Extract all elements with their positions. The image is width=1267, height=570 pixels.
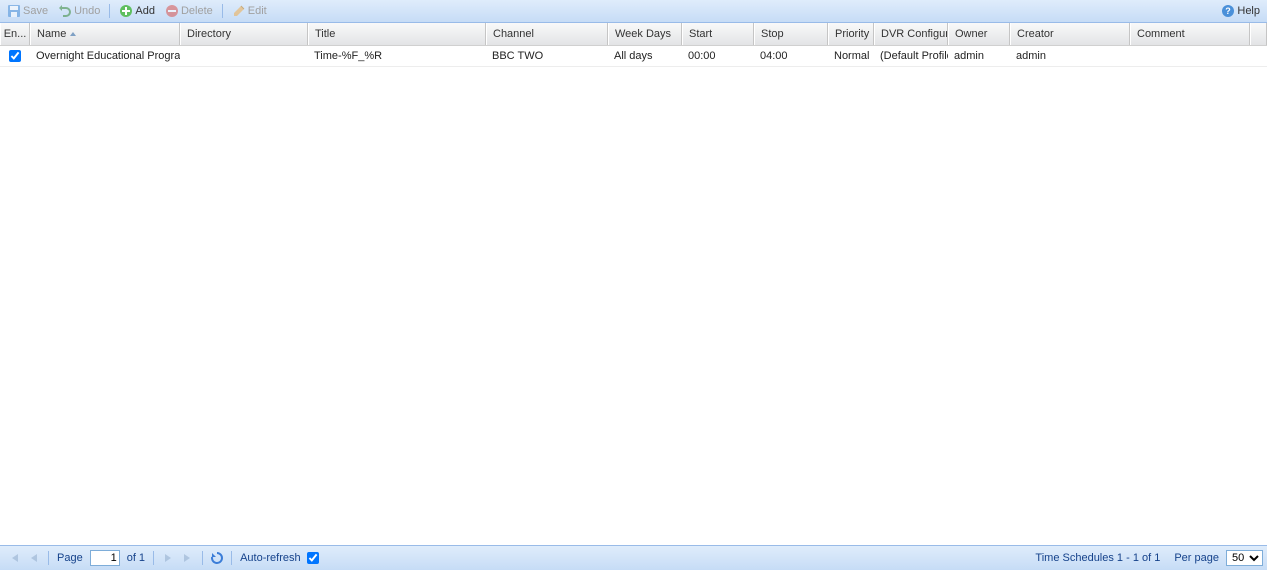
add-label: Add: [135, 5, 155, 17]
cell-title: Time-%F_%R: [308, 46, 486, 66]
svg-text:?: ?: [1226, 6, 1232, 16]
delete-button[interactable]: Delete: [161, 3, 217, 19]
col-title[interactable]: Title: [308, 23, 486, 45]
sort-asc-icon: [70, 32, 76, 36]
cell-enabled: [0, 46, 30, 66]
page-label: Page: [57, 552, 83, 564]
col-channel[interactable]: Channel: [486, 23, 608, 45]
column-headers: En... Name Directory Title Channel Week …: [0, 23, 1267, 46]
last-page-button[interactable]: [180, 550, 196, 566]
col-stop[interactable]: Stop: [754, 23, 828, 45]
edit-icon: [232, 4, 246, 18]
undo-label: Undo: [74, 5, 100, 17]
footer-separator: [48, 551, 49, 565]
edit-label: Edit: [248, 5, 267, 17]
row-enabled-checkbox[interactable]: [9, 50, 21, 62]
col-start[interactable]: Start: [682, 23, 754, 45]
perpage-select[interactable]: 50: [1226, 550, 1263, 566]
col-enabled[interactable]: En...: [0, 23, 30, 45]
col-priority[interactable]: Priority: [828, 23, 874, 45]
autorefresh-checkbox[interactable]: [307, 552, 319, 564]
delete-label: Delete: [181, 5, 213, 17]
edit-button[interactable]: Edit: [228, 3, 271, 19]
cell-creator: admin: [1010, 46, 1130, 66]
cell-comment: [1130, 46, 1250, 66]
col-name[interactable]: Name: [30, 23, 180, 45]
refresh-button[interactable]: [209, 550, 225, 566]
col-weekdays[interactable]: Week Days: [608, 23, 682, 45]
save-button[interactable]: Save: [3, 3, 52, 19]
save-label: Save: [23, 5, 48, 17]
perpage-label: Per page: [1174, 552, 1219, 564]
footer-separator: [153, 551, 154, 565]
col-filler: [1250, 23, 1267, 45]
undo-icon: [58, 4, 72, 18]
prev-page-button[interactable]: [26, 550, 42, 566]
time-schedules-panel: Save Undo Add Delete Edit: [0, 0, 1267, 570]
toolbar-separator: [109, 4, 110, 18]
help-button[interactable]: ? Help: [1217, 3, 1264, 19]
table-row[interactable]: Overnight Educational Programmes Time-%F…: [0, 46, 1267, 67]
cell-channel: BBC TWO: [486, 46, 608, 66]
add-button[interactable]: Add: [115, 3, 159, 19]
footer-separator: [202, 551, 203, 565]
add-icon: [119, 4, 133, 18]
page-input[interactable]: [90, 550, 120, 566]
cell-filler: [1250, 46, 1267, 66]
col-owner[interactable]: Owner: [948, 23, 1010, 45]
next-page-button[interactable]: [160, 550, 176, 566]
footer-separator: [231, 551, 232, 565]
cell-start: 00:00: [682, 46, 754, 66]
cell-owner: admin: [948, 46, 1010, 66]
cell-directory: [180, 46, 308, 66]
help-icon: ?: [1221, 4, 1235, 18]
col-directory[interactable]: Directory: [180, 23, 308, 45]
cell-dvrconfig: (Default Profile): [874, 46, 948, 66]
undo-button[interactable]: Undo: [54, 3, 104, 19]
col-comment[interactable]: Comment: [1130, 23, 1250, 45]
save-icon: [7, 4, 21, 18]
autorefresh-label: Auto-refresh: [240, 552, 301, 564]
delete-icon: [165, 4, 179, 18]
help-label: Help: [1237, 5, 1260, 17]
top-toolbar: Save Undo Add Delete Edit: [0, 0, 1267, 23]
cell-priority: Normal: [828, 46, 874, 66]
cell-stop: 04:00: [754, 46, 828, 66]
page-total: of 1: [127, 552, 145, 564]
cell-name: Overnight Educational Programmes: [30, 46, 180, 66]
col-dvrconfig[interactable]: DVR Configura...: [874, 23, 948, 45]
grid-body[interactable]: Overnight Educational Programmes Time-%F…: [0, 46, 1267, 545]
col-creator[interactable]: Creator: [1010, 23, 1130, 45]
first-page-button[interactable]: [6, 550, 22, 566]
cell-weekdays: All days: [608, 46, 682, 66]
toolbar-separator: [222, 4, 223, 18]
status-text: Time Schedules 1 - 1 of 1: [1035, 552, 1160, 564]
paging-toolbar: Page of 1 Auto-refresh Time Schedules 1 …: [0, 545, 1267, 570]
